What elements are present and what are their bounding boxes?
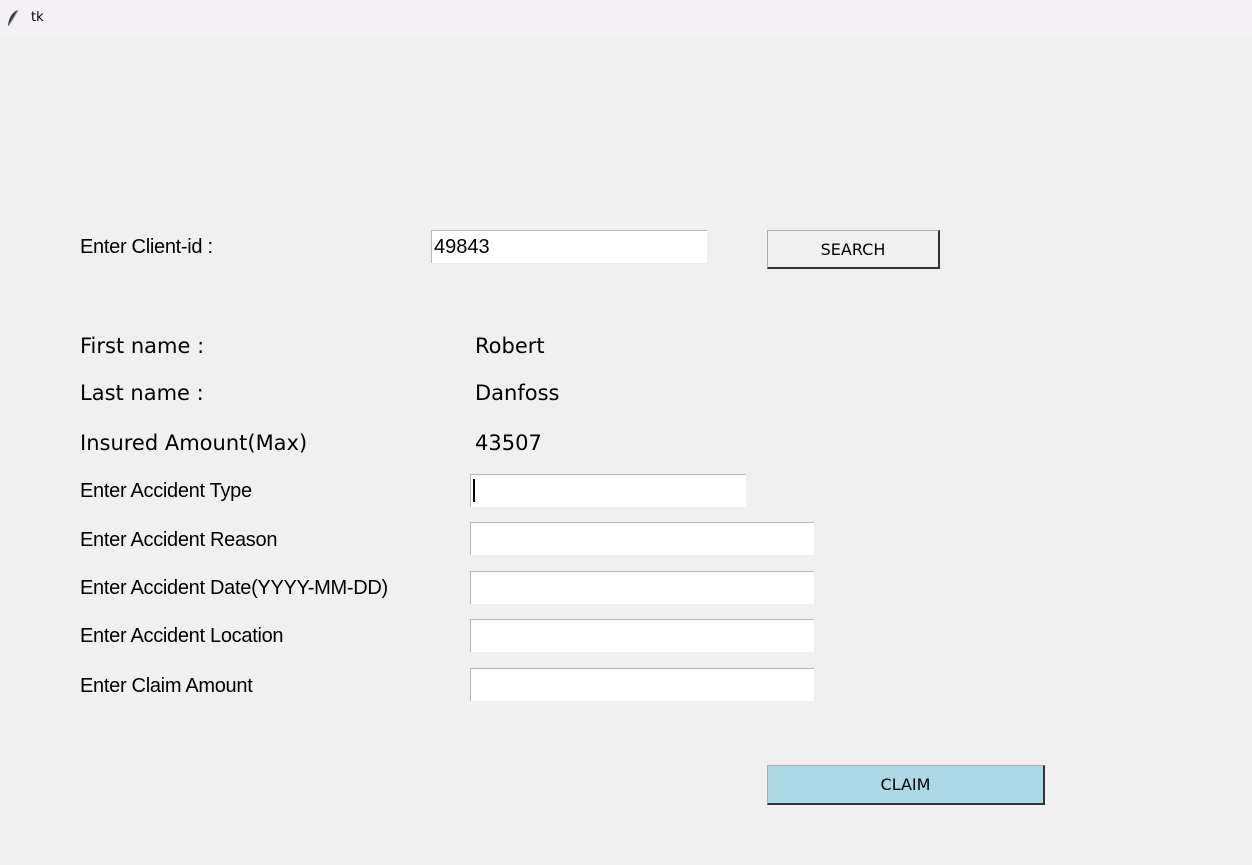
accident-location-input[interactable] <box>470 619 814 652</box>
claim-button[interactable]: CLAIM <box>767 765 1045 805</box>
accident-type-label: Enter Accident Type <box>80 480 252 502</box>
insured-amount-label: Insured Amount(Max) <box>80 431 308 455</box>
claim-amount-label: Enter Claim Amount <box>80 675 253 697</box>
first-name-value: Robert <box>475 334 545 358</box>
title-bar: tk <box>0 0 1252 37</box>
last-name-label: Last name : <box>80 381 204 405</box>
accident-date-input[interactable] <box>470 571 814 604</box>
claim-amount-input[interactable] <box>470 668 814 701</box>
accident-date-label: Enter Accident Date(YYYY-MM-DD) <box>80 577 388 599</box>
client-id-label: Enter Client-id : <box>80 236 213 258</box>
text-cursor <box>473 479 475 502</box>
accident-location-label: Enter Accident Location <box>80 625 284 647</box>
insured-amount-value: 43507 <box>475 431 542 455</box>
accident-type-input[interactable] <box>470 474 746 507</box>
accident-reason-label: Enter Accident Reason <box>80 529 278 551</box>
last-name-value: Danfoss <box>475 381 560 405</box>
client-id-input[interactable] <box>431 230 707 263</box>
search-button[interactable]: SEARCH <box>767 230 940 269</box>
feather-icon <box>6 9 20 27</box>
first-name-label: First name : <box>80 334 205 358</box>
accident-reason-input[interactable] <box>470 522 814 555</box>
window-title: tk <box>31 10 44 25</box>
